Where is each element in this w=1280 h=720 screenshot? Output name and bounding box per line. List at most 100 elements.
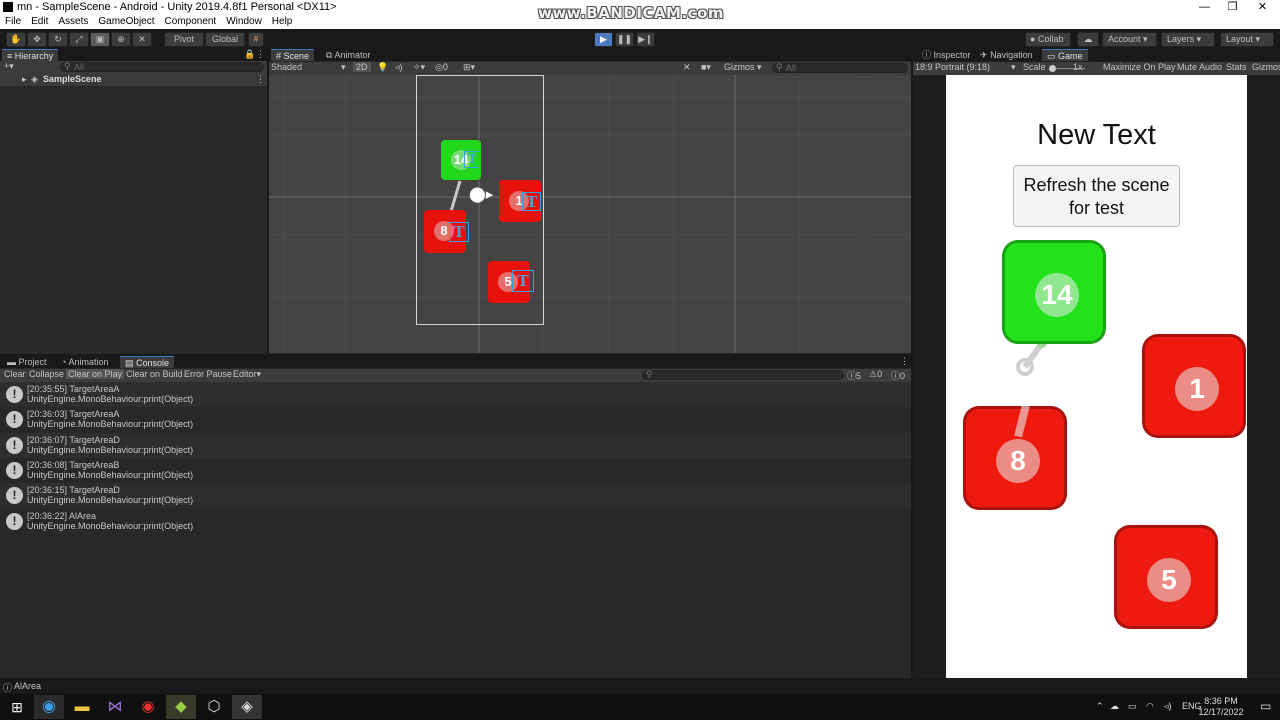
game-tile-8[interactable]: 8: [963, 404, 1067, 510]
account-dropdown[interactable]: Account ▾: [1102, 32, 1157, 47]
error-count-toggle[interactable]: ⓘ0: [891, 369, 905, 382]
tab-game[interactable]: ▭ Game: [1042, 49, 1088, 61]
scene-tile-14[interactable]: 14 T: [441, 140, 481, 180]
app-icon[interactable]: ◆: [166, 695, 196, 719]
rect-tool-icon[interactable]: ▣: [90, 32, 110, 47]
move-tool-icon[interactable]: ✥: [27, 32, 47, 47]
audio-icon[interactable]: ◃): [395, 62, 403, 73]
scene-row[interactable]: ▸ ◈ SampleScene ⋮: [0, 74, 267, 86]
rotate-tool-icon[interactable]: ↻: [48, 32, 68, 47]
step-button[interactable]: ▶❙: [636, 32, 655, 47]
tab-animation[interactable]: ◔ Animation: [56, 356, 113, 368]
console-menu-icon[interactable]: ⋮: [900, 356, 909, 367]
stats-toggle[interactable]: Stats: [1226, 62, 1247, 72]
console-search-input[interactable]: ⚲: [642, 369, 844, 380]
pivot-toggle[interactable]: Pivot: [164, 32, 204, 47]
hand-tool-icon[interactable]: ✋: [6, 32, 26, 47]
menu-help[interactable]: Help: [267, 15, 298, 29]
create-plus-button[interactable]: +▾: [4, 61, 14, 72]
log-entry[interactable]: ! [20:36:22] AlArea UnityEngine.MonoBeha…: [0, 509, 911, 534]
scene-tile-1[interactable]: 1 T: [499, 180, 541, 222]
tab-animator[interactable]: ⧉ Animator: [321, 49, 375, 61]
menu-dots-icon[interactable]: ⋮: [256, 49, 265, 60]
collab-dropdown[interactable]: ● Collab: [1025, 32, 1071, 47]
menu-file[interactable]: File: [0, 15, 26, 29]
transform-tool-icon[interactable]: ⊕: [111, 32, 131, 47]
tab-navigation[interactable]: ✈ Navigation: [975, 49, 1038, 61]
file-explorer-icon[interactable]: ▬: [67, 695, 97, 719]
tray-chevron-icon[interactable]: ⌃: [1096, 701, 1104, 712]
wifi-icon[interactable]: ◠: [1146, 701, 1154, 712]
grid-icon[interactable]: ⊞▾: [463, 62, 475, 73]
minimize-button[interactable]: —: [1192, 0, 1217, 15]
log-entry[interactable]: ! [20:36:07] TargetAreaD UnityEngine.Mon…: [0, 433, 911, 458]
scene-tile-5[interactable]: 5 T: [488, 261, 534, 303]
log-entry[interactable]: ! [20:36:08] TargetAreaB UnityEngine.Mon…: [0, 458, 911, 483]
layers-dropdown[interactable]: Layers ▾: [1161, 32, 1215, 47]
close-button[interactable]: ✕: [1250, 0, 1275, 15]
scene-viewport[interactable]: 14 T 1 T 8 T 5 T ⬤▸: [269, 75, 911, 353]
game-tile-5[interactable]: 5: [1114, 525, 1218, 629]
maximize-button[interactable]: ❐: [1220, 0, 1245, 15]
camera-gizmo-icon[interactable]: ⬤▸: [469, 187, 493, 203]
snap-icon[interactable]: #: [248, 32, 264, 47]
game-view-canvas[interactable]: New Text Refresh the scene for test 14 1…: [946, 75, 1247, 678]
camera-icon[interactable]: ■▾: [701, 62, 711, 73]
tab-scene[interactable]: # Scene: [271, 49, 315, 61]
menu-edit[interactable]: Edit: [26, 15, 53, 29]
expand-arrow-icon[interactable]: ▸: [22, 74, 27, 85]
cloud-icon[interactable]: ☁: [1077, 32, 1099, 47]
hidden-objects-icon[interactable]: ◎0: [435, 62, 448, 73]
play-button[interactable]: ▶: [594, 32, 613, 47]
2d-mode-toggle[interactable]: 2D: [353, 62, 371, 72]
menu-gameobject[interactable]: GameObject: [93, 15, 159, 29]
clear-button[interactable]: Clear: [4, 369, 26, 379]
unity-editor-icon[interactable]: ◈: [232, 695, 262, 719]
resolution-dropdown[interactable]: 18:9 Portrait (9:18) ▾: [915, 62, 1016, 72]
tab-console[interactable]: ▤ Console: [120, 356, 175, 368]
shading-mode-dropdown[interactable]: Shaded ▾: [271, 62, 347, 72]
editor-dropdown[interactable]: Editor▾: [233, 369, 261, 380]
log-entry[interactable]: ! [20:35:55] TargetAreaA UnityEngine.Mon…: [0, 382, 911, 407]
tab-hierarchy[interactable]: ≡ Hierarchy: [2, 49, 59, 61]
collapse-toggle[interactable]: Collapse: [29, 369, 64, 379]
edge-browser-icon[interactable]: ◉: [34, 695, 64, 719]
clear-on-build-toggle[interactable]: Clear on Build: [126, 369, 183, 379]
scale-slider-handle[interactable]: [1049, 65, 1056, 72]
lighting-icon[interactable]: 💡: [377, 62, 388, 73]
game-gizmos-toggle[interactable]: Gizmos: [1252, 62, 1280, 72]
game-tile-14[interactable]: 14: [1002, 240, 1106, 344]
battery-icon[interactable]: ▭: [1128, 701, 1137, 712]
tab-inspector[interactable]: ⓘ Inspector: [917, 49, 976, 61]
windows-start-icon[interactable]: ⊞: [2, 695, 32, 719]
layout-dropdown[interactable]: Layout ▾: [1220, 32, 1274, 47]
scene-search-input[interactable]: ⚲ All: [772, 62, 908, 73]
global-toggle[interactable]: Global: [205, 32, 245, 47]
pause-button[interactable]: ❚❚: [615, 32, 634, 47]
error-pause-toggle[interactable]: Error Pause: [184, 369, 232, 379]
maximize-on-play-toggle[interactable]: Maximize On Play: [1103, 62, 1176, 72]
unity-hub-icon[interactable]: ⬡: [199, 695, 229, 719]
game-tile-1[interactable]: 1: [1142, 334, 1246, 438]
volume-icon[interactable]: ◃): [1164, 701, 1172, 712]
clear-on-play-toggle[interactable]: Clear on Play: [66, 369, 125, 379]
custom-tool-icon[interactable]: ✕: [132, 32, 152, 47]
lock-icon[interactable]: 🔒: [244, 49, 255, 60]
tab-project[interactable]: ▬ Project: [2, 356, 52, 368]
clock[interactable]: 8:36 PM 12/17/2022: [1198, 696, 1244, 718]
log-entry[interactable]: ! [20:36:15] TargetAreaD UnityEngine.Mon…: [0, 483, 911, 508]
bandicam-record-icon[interactable]: ◉: [133, 695, 163, 719]
hierarchy-search-input[interactable]: ⚲ All: [60, 61, 264, 72]
tray-app-icon[interactable]: ☁: [1110, 701, 1119, 712]
tools-icon[interactable]: ✕: [683, 62, 691, 73]
scene-tile-8[interactable]: 8 T: [424, 210, 469, 253]
warning-count-toggle[interactable]: ⚠0: [869, 369, 882, 380]
log-entry[interactable]: ! [20:36:03] TargetAreaA UnityEngine.Mon…: [0, 407, 911, 432]
effects-icon[interactable]: ✧▾: [413, 62, 425, 73]
visual-studio-icon[interactable]: ⋈: [100, 695, 130, 719]
menu-assets[interactable]: Assets: [53, 15, 93, 29]
log-count-toggle[interactable]: ⓘ5: [847, 369, 861, 382]
status-message[interactable]: AlArea: [14, 681, 41, 691]
scene-menu-icon[interactable]: ⋮: [256, 74, 265, 85]
mute-audio-toggle[interactable]: Mute Audio: [1177, 62, 1222, 72]
